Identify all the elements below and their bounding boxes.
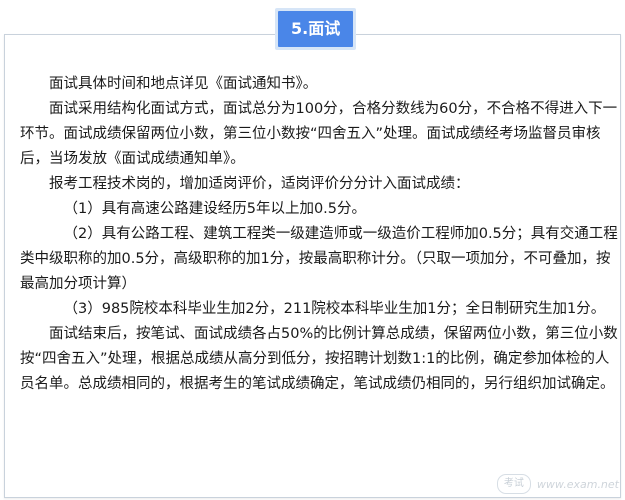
paragraph-interview-location: 面试具体时间和地点详见《面试通知书》。: [49, 76, 318, 92]
watermark: 考试 www.exam.net: [496, 474, 619, 494]
document-body: 面试具体时间和地点详见《面试通知书》。 面试采用结构化面试方式，面试总分为100…: [20, 72, 618, 397]
section-title: 5.面试: [278, 11, 354, 47]
paragraph-interview-method: 面试采用结构化面试方式，面试总分为100分，合格分数线为60分，不合格不得进入下…: [20, 101, 618, 167]
paragraph-bonus-item-3: （3）985院校本科毕业生加2分，211院校本科毕业生加1分；全日制研究生加1分…: [63, 301, 606, 317]
section-title-badge: 5.面试: [275, 8, 357, 50]
watermark-site: www.exam.net: [536, 477, 619, 491]
paragraph-engineering-evaluation: 报考工程技术岗的，增加适岗评价，适岗评价分分计入面试成绩：: [49, 176, 470, 192]
exam-logo-icon: 考试: [496, 474, 531, 494]
paragraph-total-score: 面试结束后，按笔试、面试成绩各占50%的比例计算总成绩，保留两位小数，第三位小数…: [20, 326, 618, 392]
paragraph-bonus-item-2: （2）具有公路工程、建筑工程类一级建造师或一级造价工程师加0.5分；具有交通工程…: [20, 226, 618, 292]
paragraph-bonus-item-1: （1）具有高速公路建设经历5年以上加0.5分。: [63, 201, 367, 217]
